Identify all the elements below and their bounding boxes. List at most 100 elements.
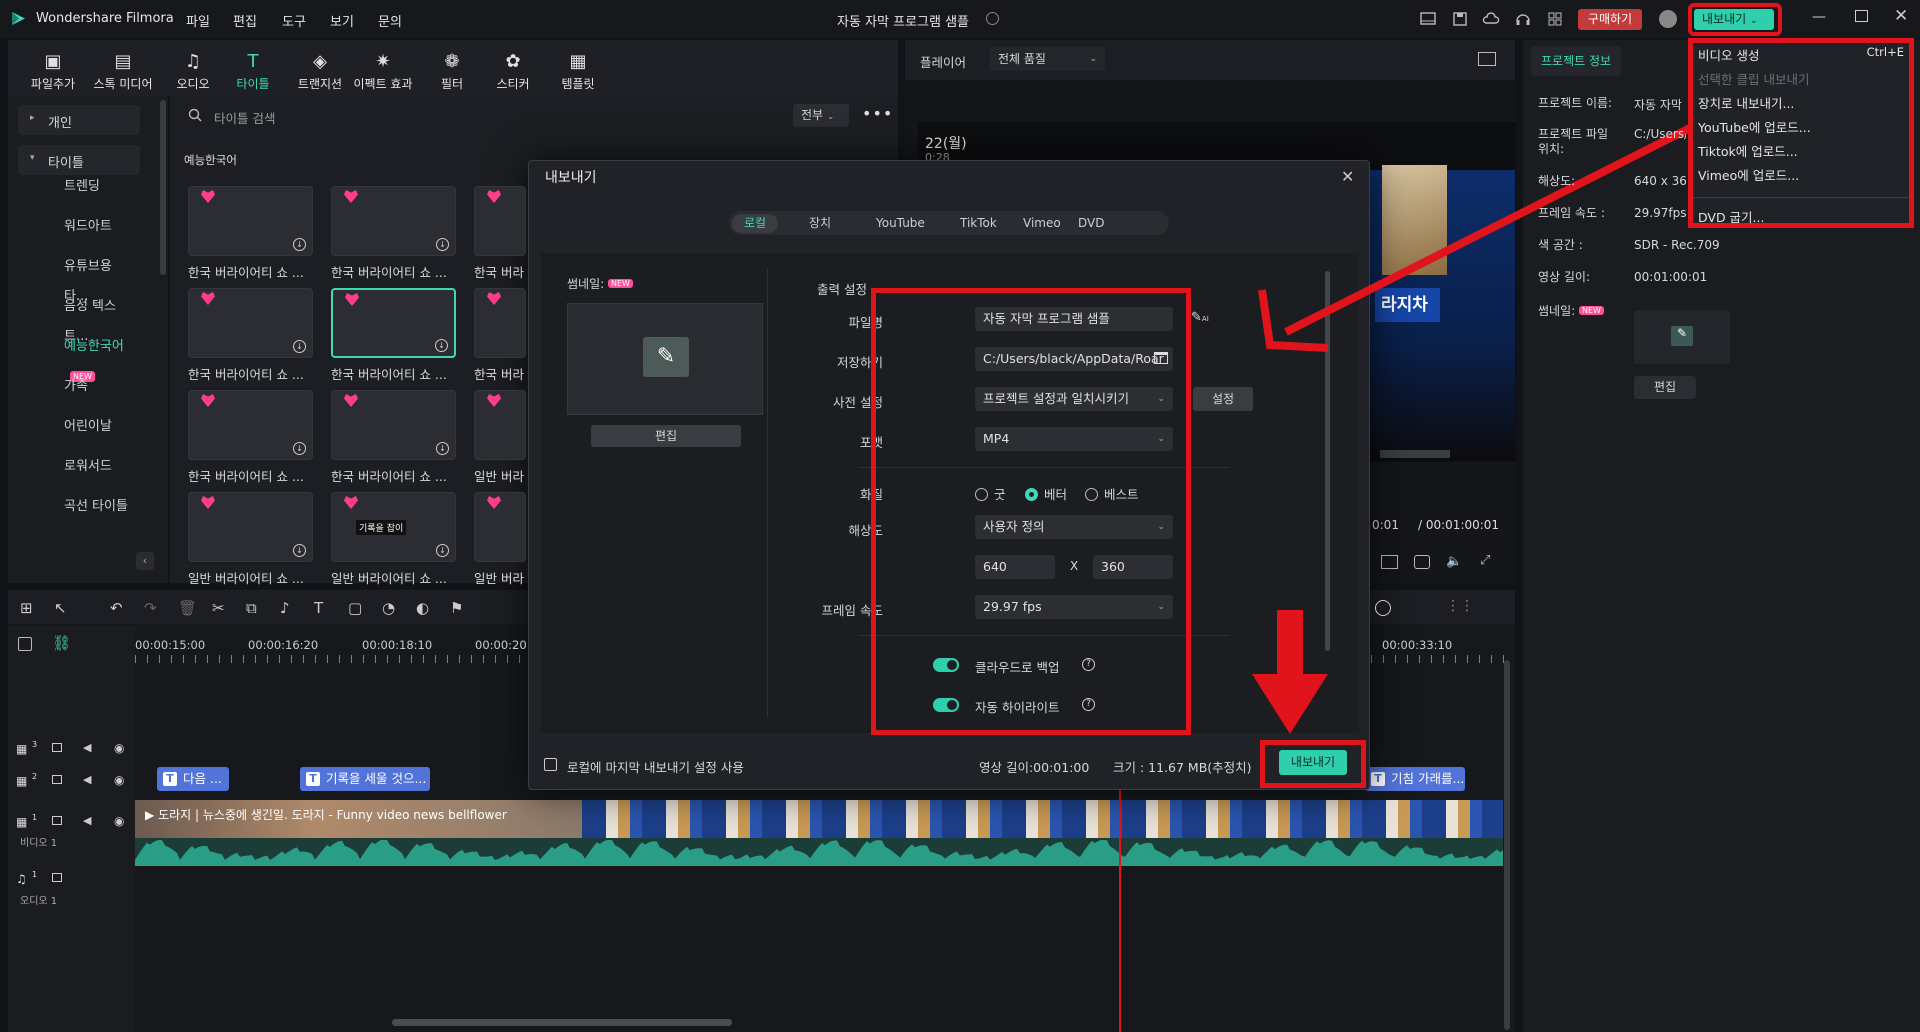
- title-search-input[interactable]: 타이틀 검색: [214, 108, 275, 127]
- speaker-icon[interactable]: ◀: [83, 814, 91, 827]
- view-options-icon[interactable]: ⋮⋮: [1446, 598, 1474, 614]
- sidebar-item[interactable]: 곡선 타이틀: [28, 492, 140, 522]
- display-icon[interactable]: [1381, 555, 1398, 569]
- marker-icon[interactable]: ⚑: [450, 599, 463, 617]
- menu-tools[interactable]: 도구: [282, 11, 306, 30]
- ai-rename-icon[interactable]: ✎AI: [1191, 310, 1209, 325]
- dialog-tab[interactable]: YouTube: [864, 214, 937, 233]
- speed-icon[interactable]: ◔: [382, 599, 395, 617]
- sidebar-item[interactable]: 워드아트: [28, 212, 140, 242]
- audio-icon[interactable]: ♪: [280, 599, 290, 617]
- download-icon[interactable]: ↓: [293, 544, 306, 557]
- save-icon[interactable]: [1451, 10, 1469, 28]
- cut-icon[interactable]: ✂: [212, 599, 225, 617]
- download-icon[interactable]: ↓: [435, 339, 448, 352]
- help-icon[interactable]: ?: [1082, 698, 1095, 711]
- buy-button[interactable]: 구매하기: [1578, 9, 1642, 30]
- title-clip[interactable]: T 다음 ...: [157, 767, 229, 791]
- timeline-v-scrollbar[interactable]: [1504, 660, 1510, 1030]
- tool-transition[interactable]: ◈ 트랜지션: [285, 51, 355, 92]
- thumbnail-edit-button[interactable]: 편집: [591, 425, 741, 447]
- pointer-icon[interactable]: ↖: [54, 599, 67, 617]
- tool-filter[interactable]: ❁ 필터: [417, 51, 487, 92]
- download-icon[interactable]: ↓: [293, 238, 306, 251]
- crop-icon[interactable]: ⧉: [246, 599, 257, 617]
- eye-icon[interactable]: ◉: [114, 814, 124, 828]
- export-top-button[interactable]: 내보내기 ⌄: [1694, 9, 1774, 30]
- project-thumb-edit-button[interactable]: 편집: [1634, 376, 1696, 399]
- sidebar-item[interactable]: 예능한국어NEW: [28, 332, 140, 382]
- folder-icon[interactable]: [1154, 352, 1168, 364]
- redo-icon[interactable]: ↷: [144, 599, 157, 617]
- close-window-icon[interactable]: ✕: [1894, 6, 1908, 26]
- speaker-icon[interactable]: ◀: [83, 773, 91, 786]
- dialog-tab[interactable]: 장치: [797, 214, 843, 233]
- filename-input[interactable]: 자동 자막 프로그램 샘플: [975, 307, 1173, 331]
- delete-icon[interactable]: 🗑: [178, 599, 197, 617]
- sidebar-scrollbar[interactable]: [160, 100, 166, 275]
- title-template-thumb[interactable]: ↓: [188, 186, 313, 256]
- menu-edit[interactable]: 편집: [233, 11, 257, 30]
- title-template-thumb[interactable]: ↓: [188, 390, 313, 460]
- export-menu-item[interactable]: Tiktok에 업로드...: [1698, 141, 1904, 160]
- title-template-thumb[interactable]: ↓: [331, 390, 456, 460]
- dialog-export-button[interactable]: 내보내기: [1279, 750, 1347, 775]
- tool-effects[interactable]: ✷ 이펙트 효과: [348, 51, 418, 92]
- quality-option-best[interactable]: 베스트: [1085, 484, 1139, 503]
- playhead[interactable]: [1119, 780, 1121, 1032]
- dialog-tab[interactable]: DVD: [1066, 214, 1116, 233]
- title-template-thumb[interactable]: [474, 492, 526, 562]
- title-template-thumb[interactable]: ↓: [188, 492, 313, 562]
- title-template-thumb[interactable]: [474, 288, 526, 358]
- help-icon[interactable]: ?: [1082, 658, 1095, 671]
- tool-title-t[interactable]: T 타이틀: [218, 51, 288, 92]
- add-track-icon[interactable]: [18, 637, 32, 651]
- dialog-tab[interactable]: TikTok: [948, 214, 1009, 233]
- sidebar-group-personal[interactable]: ▸ 개인: [18, 105, 140, 135]
- avatar[interactable]: [1659, 10, 1677, 28]
- last-settings-checkbox[interactable]: [544, 758, 557, 771]
- text-icon[interactable]: T: [314, 599, 323, 617]
- timeline-scrollbar[interactable]: [392, 1019, 732, 1026]
- preset-dropdown[interactable]: 프로젝트 설정과 일치시키기 ⌄: [975, 387, 1173, 411]
- title-template-thumb[interactable]: [474, 390, 526, 460]
- layout-icon[interactable]: [1419, 10, 1437, 28]
- lock-icon[interactable]: [52, 775, 62, 784]
- sidebar-item[interactable]: 어린이날: [28, 412, 140, 442]
- format-dropdown[interactable]: MP4 ⌄: [975, 427, 1173, 451]
- title-clip[interactable]: T 기침 가래를...: [1365, 767, 1465, 791]
- eye-icon[interactable]: ◉: [114, 773, 124, 787]
- speaker-icon[interactable]: ◀: [83, 741, 91, 754]
- sidebar-item[interactable]: 유튜브용 타...: [28, 252, 140, 304]
- color-icon[interactable]: ◐: [416, 599, 429, 617]
- fullscreen-icon[interactable]: ⤢: [1480, 553, 1490, 568]
- tool-import[interactable]: ▣ 파일추가: [18, 51, 88, 92]
- quality-option-good[interactable]: 굿: [975, 484, 1006, 503]
- add-icon[interactable]: [1375, 600, 1391, 616]
- export-menu-item[interactable]: DVD 굽기...: [1698, 207, 1904, 226]
- menu-help[interactable]: 문의: [378, 11, 402, 30]
- tab-project-info[interactable]: 프로젝트 정보: [1531, 46, 1621, 76]
- export-menu-item[interactable]: YouTube에 업로드...: [1698, 117, 1904, 136]
- resolution-dropdown[interactable]: 사용자 정의 ⌄: [975, 515, 1173, 539]
- headset-icon[interactable]: [1514, 10, 1532, 28]
- dialog-tab[interactable]: Vimeo: [1011, 214, 1073, 233]
- sidebar-item[interactable]: 트렌딩: [28, 172, 140, 202]
- title-template-thumb[interactable]: ↓: [331, 186, 456, 256]
- collapse-sidebar-icon[interactable]: ‹: [136, 552, 154, 570]
- auto-highlight-toggle[interactable]: [933, 698, 959, 712]
- lock-icon[interactable]: [52, 816, 62, 825]
- menu-file[interactable]: 파일: [186, 11, 210, 30]
- title-template-thumb[interactable]: ↓: [331, 288, 456, 358]
- download-icon[interactable]: ↓: [293, 340, 306, 353]
- sidebar-group-titles[interactable]: ▾ 타이틀: [18, 145, 140, 175]
- sidebar-item[interactable]: 로워서드: [28, 452, 140, 482]
- restore-icon[interactable]: [1855, 10, 1868, 22]
- save-path-input[interactable]: C:/Users/black/AppData/Roar: [975, 347, 1173, 371]
- select-grid-icon[interactable]: ⊞: [20, 599, 33, 617]
- title-clip[interactable]: T 기록을 세울 것으...: [300, 767, 430, 791]
- eye-icon[interactable]: ◉: [114, 741, 124, 755]
- tool-stock-media[interactable]: ▤ 스톡 미디어: [88, 51, 158, 92]
- sidebar-item[interactable]: 음성 텍스트...: [28, 292, 140, 344]
- lock-icon[interactable]: [52, 873, 62, 882]
